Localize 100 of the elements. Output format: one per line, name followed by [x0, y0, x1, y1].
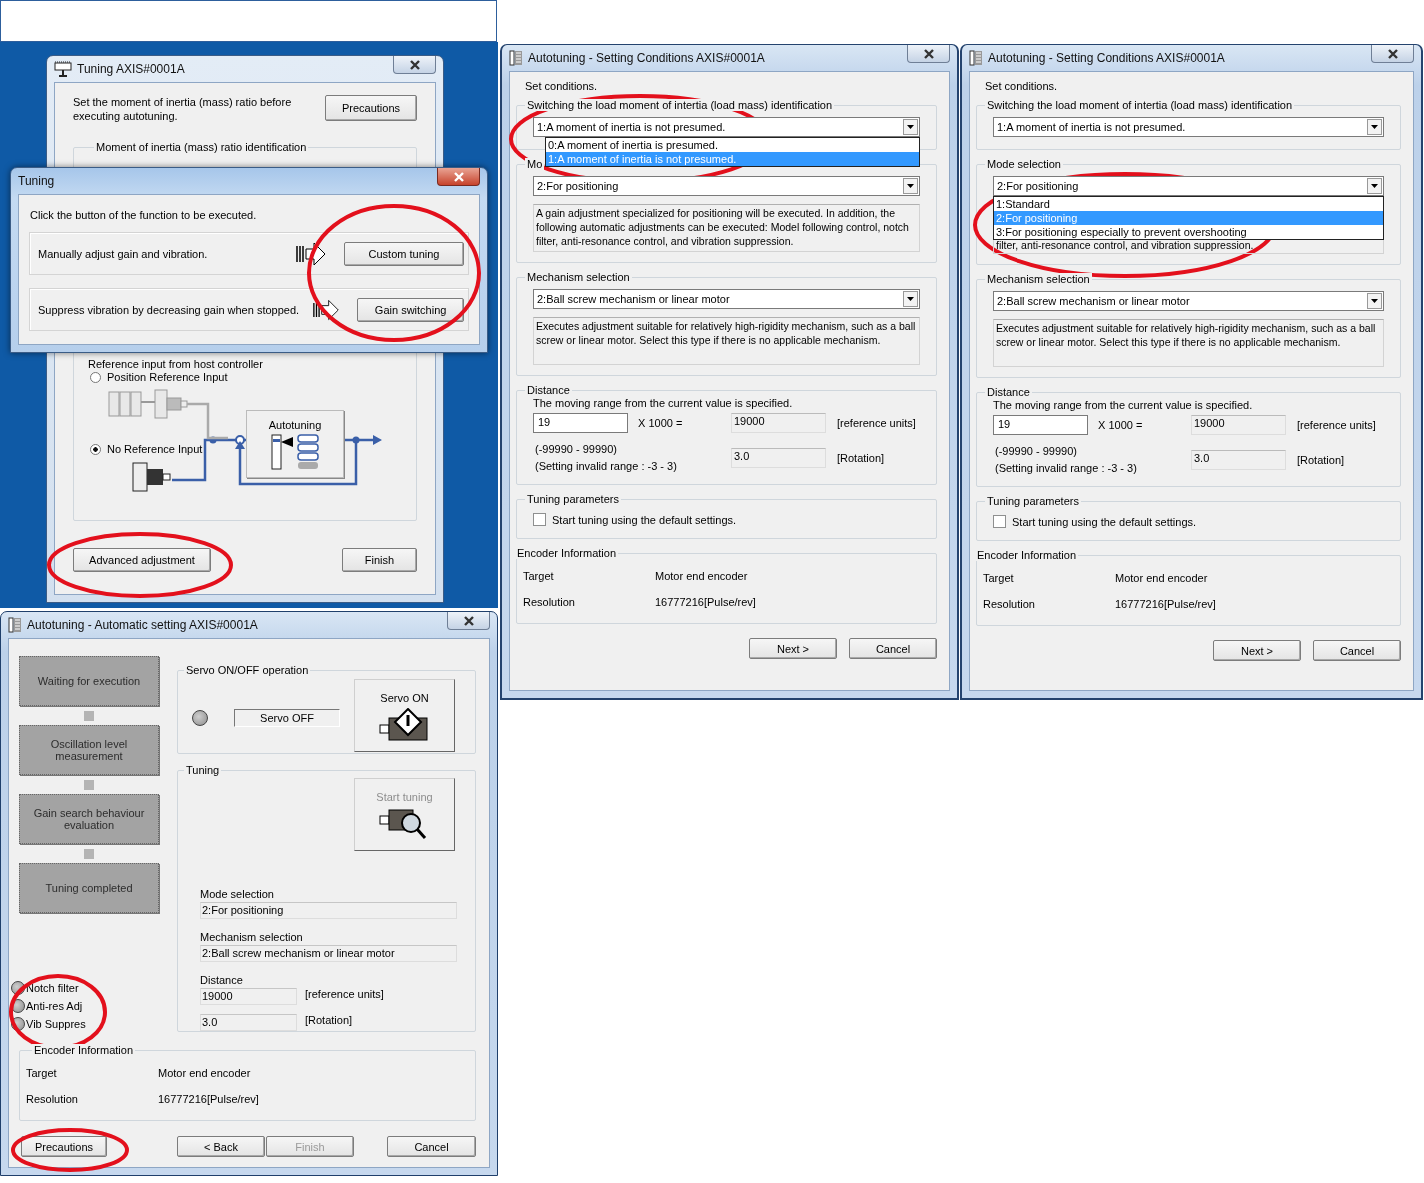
dialog-button[interactable]: < Back [177, 1136, 265, 1157]
result-field: 19000 [731, 413, 826, 433]
info-label: Resolution [523, 596, 576, 608]
dialog-button[interactable]: Next > [1213, 640, 1301, 661]
striped-icon [509, 50, 523, 66]
window-title: Autotuning - Automatic setting AXIS#0001A [27, 618, 258, 632]
group-label: Mode selection [985, 158, 1063, 170]
striped-icon [969, 50, 983, 66]
group-label: Servo ON/OFF operation [184, 664, 311, 676]
group-label: Tuning parameters [985, 495, 1081, 507]
step-indicator: Tuning completed [19, 863, 159, 913]
info-value: 16777216[Pulse/rev] [158, 1093, 259, 1105]
field-label: Mechanism selection [200, 931, 304, 945]
group-label: Mechanism selection [985, 273, 1092, 285]
distance-input[interactable]: 19 [993, 415, 1088, 435]
group-label: Encoder Information [975, 549, 1079, 561]
rotation-field: 3.0 [731, 447, 826, 468]
arrow-icon [296, 241, 326, 266]
mode-field: 2:For positioning [200, 902, 457, 919]
dropdown-option[interactable]: 0:A moment of inertia is presumed. [546, 138, 919, 152]
monitor-icon [54, 61, 72, 77]
info-label: Target [523, 570, 555, 582]
unit-label: [Rotation] [836, 451, 886, 464]
range-text: (Setting invalid range : -3 - 3) [995, 462, 1138, 474]
close-button[interactable] [437, 168, 480, 186]
block-label: Autotuning [268, 419, 322, 431]
field-label: Distance [200, 974, 244, 988]
unit-label: [reference units] [836, 417, 917, 429]
function-description: Suppress vibration by decreasing gain when stopped. [38, 303, 300, 316]
group-label: Mechanism selection [525, 271, 632, 283]
mechanism-field: 2:Ball screw mechanism or linear motor [200, 945, 457, 962]
dropdown-field[interactable]: 2:For positioning [993, 176, 1384, 196]
indicator-label: Vib Suppres [26, 1018, 86, 1030]
dialog-button[interactable]: Precautions [21, 1136, 107, 1157]
radio-label: No Reference Input [107, 443, 203, 455]
dropdown-option[interactable]: 1:Standard [994, 197, 1383, 211]
checkbox[interactable] [993, 515, 1006, 528]
function-button[interactable]: Gain switching [357, 297, 464, 322]
radio-button[interactable] [90, 443, 101, 455]
unit-label: [Rotation] [305, 1014, 353, 1028]
dropdown-field[interactable]: 1:A moment of inertia is not presumed. [993, 117, 1384, 137]
motor-power-icon [378, 708, 431, 742]
group-label: Distance [985, 386, 1032, 398]
field-label: Mode selection [200, 888, 275, 902]
dropdown-option[interactable]: 3:For positioning especially to prevent overshooting [994, 225, 1383, 239]
close-icon [462, 615, 475, 626]
instruction-text: Set conditions. [525, 80, 599, 94]
close-icon [1386, 48, 1399, 59]
dropdown-field[interactable]: 2:Ball screw mechanism or linear motor [993, 291, 1384, 311]
step-indicator: Oscillation level measurement [19, 725, 159, 775]
close-button[interactable] [393, 56, 436, 74]
dropdown-field[interactable]: 1:A moment of inertia is not presumed. [533, 117, 920, 137]
dialog-button[interactable]: Finish [342, 548, 417, 572]
note-text: The moving range from the current value is specified. [533, 397, 794, 409]
unit-label: [reference units] [305, 988, 384, 1002]
description-text: Executes adjustment suitable for relatively high-rigidity mechanism, such as a ball screw or linear motor. Select this type if there is no applicable mechanism. [533, 317, 920, 365]
group-label: Mo [525, 158, 545, 170]
radio-button[interactable] [90, 371, 101, 383]
unit-label: [Rotation] [1296, 453, 1346, 466]
multiplier-label: X 1000 = [1097, 419, 1144, 431]
group-label: Encoder Information [515, 547, 619, 559]
group-label: Moment of inertia (mass) ratio identification [94, 141, 309, 153]
indicator-label: Anti-res Adj [26, 1000, 83, 1012]
close-button[interactable] [447, 612, 490, 630]
function-button[interactable]: Custom tuning [344, 241, 464, 266]
group-label: Encoder Information [32, 1044, 136, 1056]
instruction-text: Set conditions. [985, 80, 1059, 94]
step-indicator: Waiting for execution [19, 656, 159, 706]
radio-label: Position Reference Input [107, 371, 228, 383]
info-label: Resolution [26, 1093, 79, 1105]
range-text: (-99990 - 99990) [535, 443, 618, 455]
group-label: Distance [525, 384, 572, 396]
striped-icon [8, 617, 22, 633]
close-button[interactable] [907, 45, 950, 63]
window-title: Autotuning - Setting Conditions AXIS#0001A [528, 51, 765, 65]
step-connector [84, 849, 94, 859]
distance-field: 19000 [200, 988, 297, 1005]
info-label: Resolution [983, 598, 1036, 610]
dialog-button[interactable]: Advanced adjustment [73, 548, 211, 572]
dialog-button[interactable]: Next > [749, 638, 837, 659]
group-label: Tuning [184, 764, 222, 776]
dropdown-field[interactable]: 2:Ball screw mechanism or linear motor [533, 289, 920, 309]
unit-label: [reference units] [1296, 419, 1377, 431]
info-label: Target [983, 572, 1015, 584]
precautions-button[interactable]: Precautions [325, 95, 417, 121]
close-button[interactable] [1371, 45, 1414, 63]
servo-status-field: Servo OFF [234, 709, 340, 727]
step-connector [84, 711, 94, 721]
dialog-button[interactable]: Cancel [1313, 640, 1401, 661]
info-value: Motor end encoder [1115, 572, 1208, 584]
range-text: (-99990 - 99990) [995, 445, 1078, 457]
checkbox-label: Start tuning using the default settings. [1012, 515, 1197, 528]
dialog-button[interactable]: Cancel [849, 638, 937, 659]
distance-input[interactable]: 19 [533, 413, 628, 433]
instruction-text: Set the moment of inertia (mass) ratio before executing autotuning. [73, 95, 293, 123]
dialog-button[interactable]: Cancel [387, 1136, 476, 1157]
dropdown-field[interactable]: 2:For positioning [533, 176, 920, 196]
instruction-text: Click the button of the function to be executed. [30, 209, 258, 221]
servo-on-button[interactable]: Servo ON [354, 679, 455, 752]
checkbox[interactable] [533, 513, 546, 526]
